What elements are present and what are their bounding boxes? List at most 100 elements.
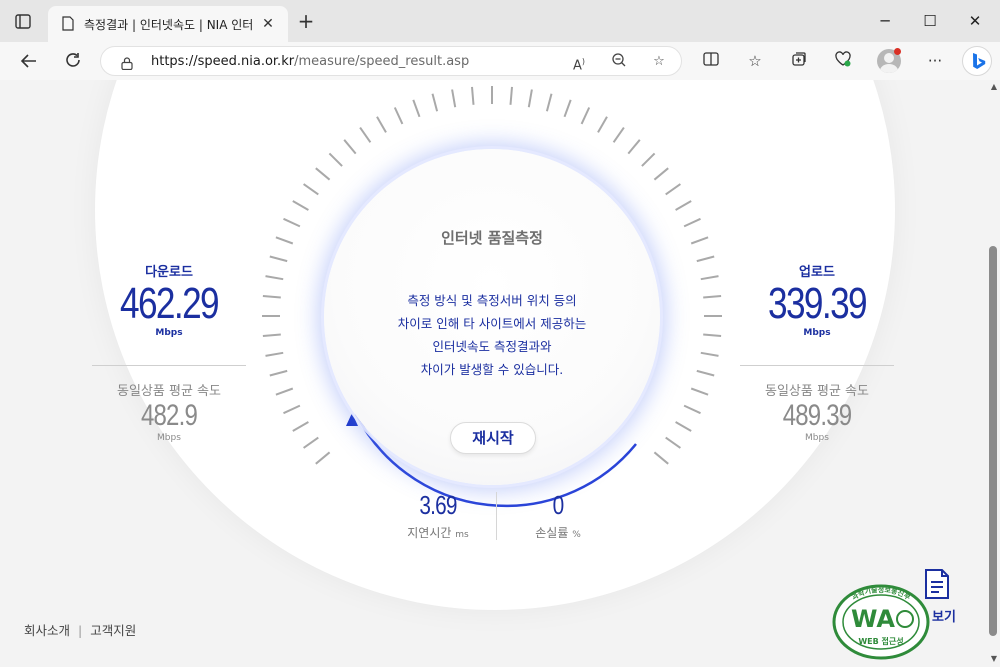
support-link[interactable]: 고객지원 (90, 623, 136, 638)
mini-divider (496, 492, 497, 540)
refresh-icon[interactable] (60, 48, 86, 74)
loss-label: 손실률 (535, 526, 569, 540)
more-icon[interactable]: ··· (924, 50, 946, 72)
gauge-tick (303, 183, 319, 196)
page-scrollbar[interactable]: ▲ ▼ (986, 80, 1000, 667)
upload-average-title: 동일상품 평균 속도 (765, 384, 869, 399)
tab-bar: 측정결과 | 인터넷속도 | NIA 인터 ✕ + ─ ☐ ✕ (0, 0, 1000, 42)
gauge-tick (612, 127, 625, 143)
loss-unit: % (572, 530, 581, 540)
gauge-tick (315, 167, 331, 181)
back-icon[interactable] (16, 48, 42, 74)
latency-result: 3.69 지연시간 ms (388, 490, 488, 541)
gauge-tick (653, 167, 669, 181)
heart-pulse-icon[interactable] (832, 50, 854, 72)
gauge-tick (665, 183, 681, 196)
gauge-tick (627, 139, 641, 155)
gauge-tick (683, 404, 701, 415)
upload-title: 업로드 (799, 265, 835, 280)
center-panel: 인터넷 품질측정 측정 방식 및 측정서버 위치 등의 차이로 인해 타 사이트… (324, 149, 660, 485)
gauge-tick (509, 86, 513, 105)
gauge-tick (690, 387, 709, 396)
scroll-down-icon[interactable]: ▼ (991, 654, 997, 663)
scroll-thumb[interactable] (989, 246, 997, 636)
tab-title: 측정결과 | 인터넷속도 | NIA 인터 (84, 18, 254, 32)
gauge-tick (275, 236, 294, 245)
gauge-tick (527, 89, 533, 108)
gauge-tick (269, 255, 288, 263)
gauge-tick (653, 451, 669, 465)
latency-unit: ms (455, 530, 469, 540)
close-icon[interactable]: ✕ (260, 16, 276, 32)
restart-button[interactable]: 재시작 (450, 422, 536, 454)
gauge-tick (343, 139, 357, 155)
gauge-tick (683, 217, 701, 228)
download-value: 462.29 (119, 279, 220, 328)
gauge-tick (292, 200, 309, 211)
download-average-value: 482.9 (140, 399, 198, 432)
tab-actions-icon[interactable] (8, 9, 38, 35)
maximize-icon[interactable]: ☐ (910, 8, 950, 34)
badge-text: WA (851, 605, 895, 633)
favorites-icon[interactable]: ☆ (744, 50, 766, 72)
gauge-tick (597, 116, 608, 133)
upload-divider (740, 365, 894, 366)
gauge-tick (269, 369, 288, 377)
notice-line: 차이로 인해 타 사이트에서 제공하는 (397, 316, 587, 331)
gauge-tick (393, 107, 404, 125)
minimize-icon[interactable]: ─ (865, 8, 905, 34)
latency-value: 3.69 (419, 490, 457, 520)
gauge-tick (641, 152, 656, 167)
gauge-tick (675, 200, 692, 211)
gauge-tick (359, 127, 372, 143)
read-aloud-icon[interactable]: A) (569, 52, 589, 73)
gauge-tick (265, 275, 284, 281)
gauge-tick (275, 387, 294, 396)
notice-line: 측정 방식 및 측정서버 위치 등의 (407, 293, 577, 308)
lock-icon[interactable] (121, 55, 133, 71)
gauge-tick (328, 152, 343, 167)
gauge-tick (451, 89, 457, 108)
collections-icon[interactable] (788, 50, 810, 72)
download-divider (92, 365, 246, 366)
split-screen-icon[interactable] (700, 50, 722, 72)
gauge-tick (412, 99, 421, 118)
gauge-tick (696, 255, 715, 263)
gauge-tick (315, 451, 331, 465)
company-link[interactable]: 회사소개 (24, 623, 70, 638)
upload-average: 동일상품 평균 속도 489.39 Mbps (740, 380, 894, 443)
bing-icon[interactable] (962, 46, 992, 76)
plus-icon[interactable]: + (296, 11, 316, 32)
download-average-unit: Mbps (157, 433, 181, 443)
zoom-icon[interactable] (609, 52, 629, 72)
star-icon[interactable]: ☆ (649, 52, 669, 72)
gauge-tick (545, 93, 553, 112)
gauge-tick (665, 436, 681, 449)
gauge-tick (283, 217, 301, 228)
scroll-up-icon[interactable]: ▲ (991, 82, 997, 91)
gauge-tick (690, 236, 709, 245)
gauge-tick (262, 295, 281, 299)
gauge-tick (431, 93, 439, 112)
gauge-tick (700, 351, 719, 357)
close-window-icon[interactable]: ✕ (955, 8, 995, 34)
gauge-tick (703, 295, 722, 299)
center-title: 인터넷 품질측정 (441, 229, 543, 247)
latency-label: 지연시간 (407, 526, 452, 540)
gauge-tick (675, 421, 692, 432)
gauge-tick (262, 333, 281, 337)
wa-accessibility-badge[interactable]: 과학기술정보통신부 WA WEB 접근성 (831, 582, 931, 666)
page-viewport: 인터넷 품질측정 측정 방식 및 측정서버 위치 등의 차이로 인해 타 사이트… (0, 80, 1000, 667)
gauge-tick (265, 351, 284, 357)
url-text[interactable]: https://speed.nia.or.kr/measure/speed_re… (151, 54, 469, 69)
gauge-tick (376, 116, 387, 133)
gauge-tick (283, 404, 301, 415)
loss-result: 0 손실률 % (508, 490, 608, 541)
upload-unit: Mbps (803, 328, 831, 338)
report-link[interactable]: 보기 (932, 606, 956, 625)
notification-dot (894, 48, 901, 55)
gauge-tick (696, 369, 715, 377)
gauge-tick (292, 421, 309, 432)
address-bar[interactable]: https://speed.nia.or.kr/measure/speed_re… (100, 46, 682, 76)
browser-tab[interactable]: 측정결과 | 인터넷속도 | NIA 인터 ✕ (48, 6, 288, 42)
